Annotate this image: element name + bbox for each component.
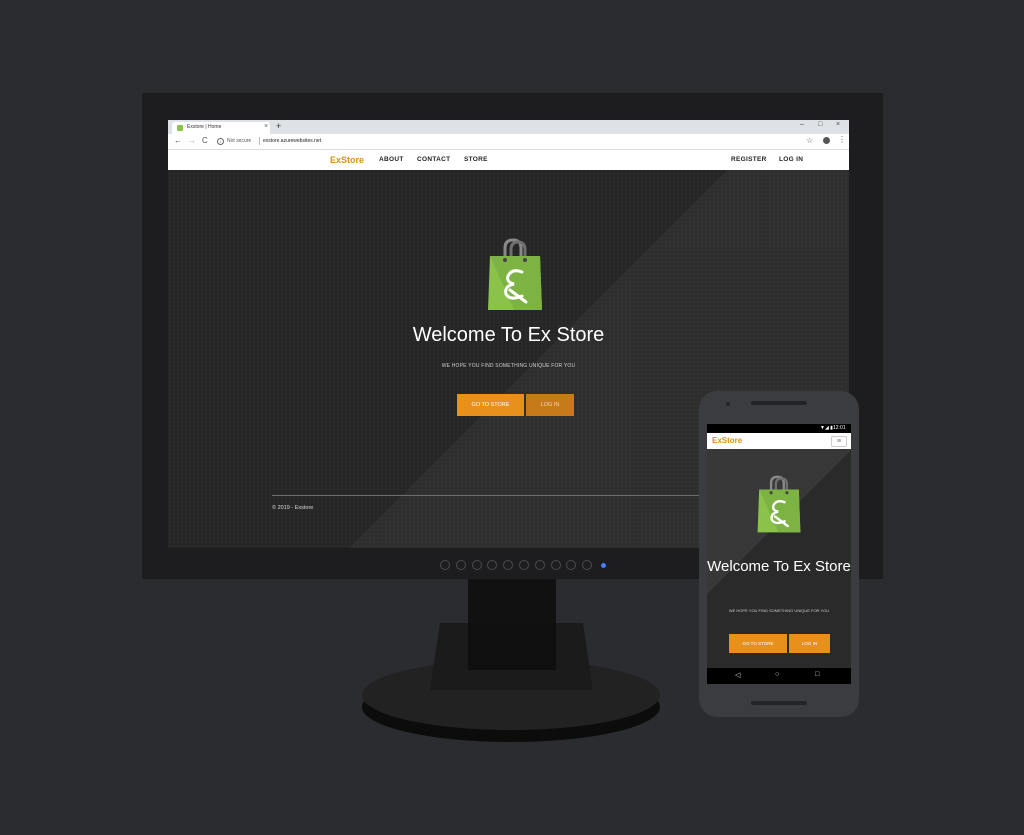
new-tab-button[interactable]: + xyxy=(276,121,281,131)
tab-title: Exstore | Home xyxy=(187,124,222,130)
nav-register-link[interactable]: REGISTER xyxy=(731,156,767,163)
url-separator xyxy=(259,137,260,145)
account-icon[interactable] xyxy=(823,137,830,144)
phone-speaker-bottom xyxy=(751,701,807,705)
phone-brand-logo[interactable]: ExStore xyxy=(712,436,742,445)
maximize-button[interactable]: □ xyxy=(818,121,822,128)
bookmark-star-icon[interactable]: ☆ xyxy=(806,136,813,145)
signal-icon: ▼◢ ▮ xyxy=(820,425,833,431)
phone-hero-title: Welcome To Ex Store xyxy=(707,558,851,575)
phone-time: 12:01 xyxy=(833,425,846,431)
phone-login-button[interactable]: LOG IN xyxy=(789,634,830,653)
info-icon[interactable]: i xyxy=(217,138,224,145)
android-nav-bar: ◁ ○ □ xyxy=(707,668,851,684)
shopping-bag-logo-icon xyxy=(486,238,544,313)
phone-camera xyxy=(726,402,730,406)
forward-arrow-icon[interactable]: → xyxy=(188,136,196,145)
carousel-dot[interactable] xyxy=(471,560,482,570)
browser-tab-bar: Exstore | Home × + – □ × xyxy=(168,120,849,134)
phone-device: ▼◢ ▮ 12:01 ExStore ≡ Welcome To Ex Store… xyxy=(699,391,859,717)
back-arrow-icon[interactable]: ← xyxy=(174,136,182,145)
url-input[interactable]: exstore.azurewebsites.net xyxy=(263,138,321,144)
phone-site-navbar: ExStore ≡ xyxy=(707,433,851,449)
site-brand-logo[interactable]: ExStore xyxy=(330,155,364,165)
close-window-button[interactable]: × xyxy=(836,121,840,128)
nav-contact-link[interactable]: CONTACT xyxy=(417,156,450,163)
tab-close-icon[interactable]: × xyxy=(264,123,268,130)
carousel-dot[interactable] xyxy=(519,560,529,570)
nav-store-link[interactable]: STORE xyxy=(464,156,488,163)
hero-title: Welcome To Ex Store xyxy=(412,324,605,346)
android-home-icon[interactable]: ○ xyxy=(775,671,779,678)
hamburger-menu-icon[interactable]: ≡ xyxy=(831,436,847,447)
nav-about-link[interactable]: ABOUT xyxy=(379,156,404,163)
footer-copyright: © 2019 - Exstore xyxy=(272,505,314,511)
browser-address-bar: ← → C i Not secure exstore.azurewebsites… xyxy=(168,134,849,150)
go-to-store-button[interactable]: GO TO STORE xyxy=(457,394,524,416)
site-navbar: ExStore ABOUT CONTACT STORE REGISTER LOG… xyxy=(168,150,849,170)
phone-hero-subtitle: WE HOPE YOU FIND SOMETHING UNIQUE FOR YO… xyxy=(728,608,830,613)
not-secure-label: Not secure xyxy=(227,138,252,144)
carousel-dot[interactable] xyxy=(534,560,545,570)
carousel-dot[interactable] xyxy=(440,560,450,570)
phone-speaker-top xyxy=(751,401,807,405)
monitor-neck-inner xyxy=(468,623,556,670)
phone-status-bar: ▼◢ ▮ 12:01 xyxy=(707,424,851,433)
browser-tab[interactable]: Exstore | Home × xyxy=(172,122,270,134)
carousel-dot[interactable] xyxy=(455,560,466,570)
android-recents-icon[interactable]: □ xyxy=(815,671,819,678)
carousel-dot[interactable] xyxy=(601,563,606,568)
monitor-neck xyxy=(468,579,556,628)
minimize-button[interactable]: – xyxy=(800,121,804,128)
menu-kebab-icon[interactable]: ⋮ xyxy=(838,135,846,144)
hero-subtitle: WE HOPE YOU FIND SOMETHING UNIQUE FOR YO… xyxy=(441,363,576,369)
hero-login-button[interactable]: LOG IN xyxy=(526,394,574,416)
carousel-dot[interactable] xyxy=(550,560,561,570)
favicon-icon xyxy=(177,125,183,131)
phone-shopping-bag-icon xyxy=(756,474,802,536)
android-back-icon[interactable]: ◁ xyxy=(735,671,740,679)
reload-icon[interactable]: C xyxy=(202,136,208,145)
phone-go-to-store-button[interactable]: GO TO STORE xyxy=(729,634,787,653)
phone-screen: ▼◢ ▮ 12:01 ExStore ≡ Welcome To Ex Store… xyxy=(707,424,851,684)
nav-login-link[interactable]: LOG IN xyxy=(779,156,803,163)
